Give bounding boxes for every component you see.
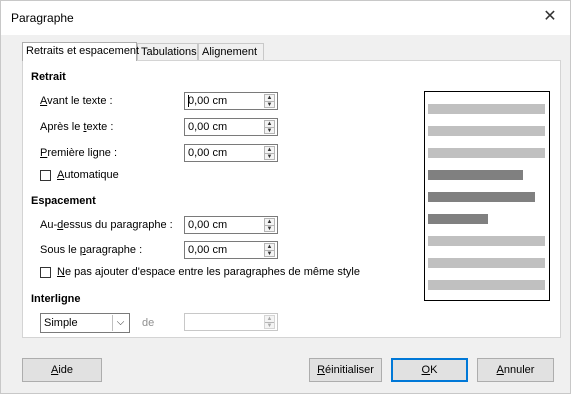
au-dessus-label: Au-dessus du paragraphe :: [40, 219, 173, 231]
spin-down-icon[interactable]: ▼: [265, 322, 274, 329]
preview-line-next: [428, 258, 545, 268]
spin-buttons: ▲ ▼: [264, 120, 275, 134]
paragraph-dialog: Paragraphe ✕ Retraits et espacement Tabu…: [0, 0, 571, 394]
interligne-heading: Interligne: [31, 293, 81, 305]
spin-buttons: ▲ ▼: [264, 315, 275, 329]
automatique-checkbox[interactable]: [40, 170, 51, 181]
spin-value: 0,00 cm: [188, 219, 228, 231]
text-cursor: [188, 95, 189, 107]
avant-texte-spinbox[interactable]: 0,00 cm ▲ ▼: [184, 92, 278, 110]
select-value: Simple: [44, 317, 78, 329]
premiere-ligne-label: Première ligne :: [40, 147, 117, 159]
preview-line-current: [428, 170, 523, 180]
dialog-title: Paragraphe: [11, 11, 74, 25]
spin-value: 0,00 cm: [188, 121, 228, 133]
ok-button[interactable]: OK: [391, 358, 468, 382]
sous-paragraphe-label: Sous le paragraphe :: [40, 244, 142, 256]
preview-line-current: [428, 192, 535, 202]
label-text: essus du paragraphe :: [63, 219, 173, 231]
paragraph-preview: [424, 91, 550, 301]
spin-value: 0,00 cm: [188, 147, 228, 159]
title-bar: Paragraphe ✕: [1, 1, 570, 35]
tab-tabulations[interactable]: Tabulations: [137, 43, 198, 60]
retrait-heading: Retrait: [31, 71, 66, 83]
preview-line-prev: [428, 148, 545, 158]
apres-texte-spinbox[interactable]: 0,00 cm ▲ ▼: [184, 118, 278, 136]
mnemonic: O: [421, 364, 431, 376]
label-text: nnuler: [503, 364, 535, 376]
mnemonic: R: [317, 364, 326, 376]
spin-down-icon[interactable]: ▼: [265, 225, 274, 232]
preview-line-next: [428, 280, 545, 290]
spin-down-icon[interactable]: ▼: [265, 250, 274, 257]
interligne-value-spinbox[interactable]: ▲ ▼: [184, 313, 278, 331]
preview-line-next: [428, 236, 545, 246]
close-icon[interactable]: ✕: [540, 7, 560, 27]
label-text: e pas ajouter d'espace entre les paragra…: [64, 266, 360, 278]
preview-line-prev: [428, 104, 545, 114]
preview-line-current: [428, 214, 488, 224]
label-text: utomatique: [64, 169, 119, 181]
sous-paragraphe-spinbox[interactable]: 0,00 cm ▲ ▼: [184, 241, 278, 259]
label-text: exte :: [86, 121, 114, 133]
label-text: Sous le: [40, 244, 80, 256]
apres-texte-label: Après le texte :: [40, 121, 113, 133]
spin-buttons: ▲ ▼: [264, 243, 275, 257]
de-label: de: [142, 317, 155, 329]
label-text: Au-: [40, 219, 58, 231]
label-text: aragraphe :: [85, 244, 143, 256]
preview-line-prev: [428, 126, 545, 136]
annuler-button[interactable]: Annuler: [477, 358, 554, 382]
no-add-space-label[interactable]: Ne pas ajouter d'espace entre les paragr…: [57, 266, 360, 278]
tab-alignement[interactable]: Alignement: [198, 43, 264, 60]
interligne-select[interactable]: Simple ⌵: [40, 313, 130, 333]
au-dessus-spinbox[interactable]: 0,00 cm ▲ ▼: [184, 216, 278, 234]
spin-down-icon[interactable]: ▼: [265, 127, 274, 134]
premiere-ligne-spinbox[interactable]: 0,00 cm ▲ ▼: [184, 144, 278, 162]
avant-texte-label: Avant le texte :: [40, 95, 113, 107]
spin-buttons: ▲ ▼: [264, 94, 275, 108]
tab-retraits-espacement[interactable]: Retraits et espacement: [22, 42, 139, 61]
espacement-heading: Espacement: [31, 195, 96, 207]
spin-value: 0,00 cm: [188, 244, 228, 256]
spin-buttons: ▲ ▼: [264, 146, 275, 160]
label-text: remière ligne :: [47, 147, 118, 159]
aide-button[interactable]: Aide: [22, 358, 102, 382]
label-text: ide: [58, 364, 74, 376]
label-text: vant le texte :: [47, 95, 113, 107]
reinitialiser-button[interactable]: Réinitialiser: [309, 358, 382, 382]
spin-buttons: ▲ ▼: [264, 218, 275, 232]
no-add-space-checkbox[interactable]: [40, 267, 51, 278]
spin-value: 0,00 cm: [188, 95, 228, 107]
label-text: éinitialiser: [325, 364, 374, 376]
mnemonic: N: [57, 266, 65, 278]
label-text: K: [430, 364, 438, 376]
mnemonic: A: [496, 364, 504, 376]
spin-down-icon[interactable]: ▼: [265, 101, 274, 108]
label-text: Après le: [40, 121, 84, 133]
automatique-label[interactable]: Automatique: [57, 169, 119, 181]
tab-panel: Retrait Avant le texte : 0,00 cm ▲ ▼ Apr…: [22, 60, 561, 338]
spin-down-icon[interactable]: ▼: [265, 153, 274, 160]
chevron-down-icon[interactable]: ⌵: [112, 315, 128, 331]
